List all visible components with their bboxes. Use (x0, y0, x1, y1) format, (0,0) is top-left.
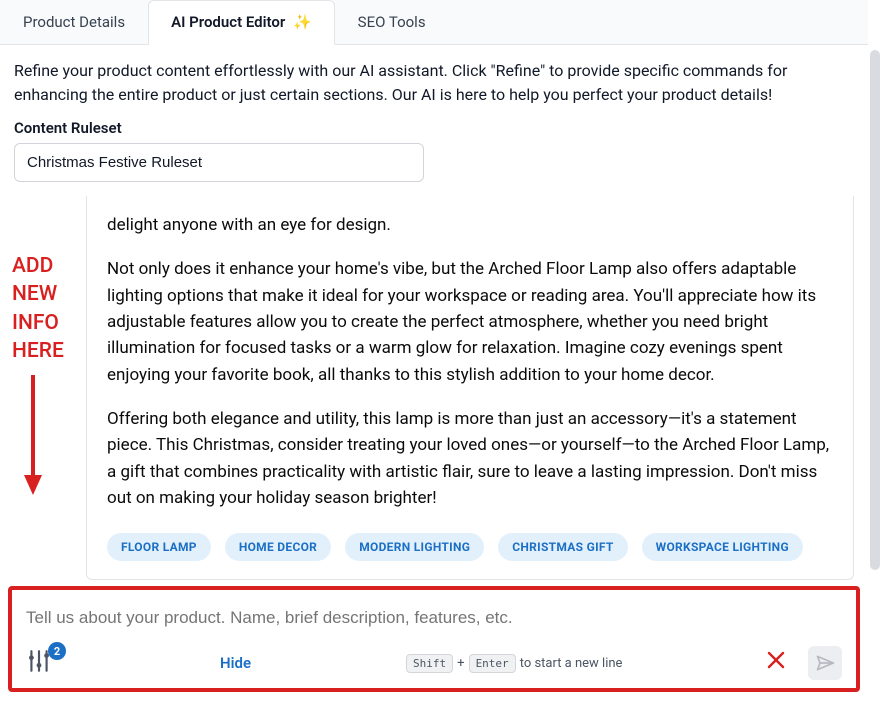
scrollbar[interactable] (870, 50, 880, 570)
hide-button[interactable]: Hide (220, 654, 251, 672)
annotation-text: NEW (12, 280, 86, 308)
kbd-shift: Shift (406, 654, 453, 673)
prompt-input[interactable] (26, 602, 842, 646)
input-footer: 2 Hide Shift + Enter to start a new line (26, 646, 842, 680)
tag-chip[interactable]: CHRISTMAS GIFT (498, 533, 627, 561)
tab-product-details[interactable]: Product Details (0, 0, 148, 44)
settings-button[interactable]: 2 (26, 648, 70, 678)
tag-chip[interactable]: MODERN LIGHTING (345, 533, 484, 561)
page-description: Refine your product content effortlessly… (0, 45, 868, 119)
send-icon (815, 653, 835, 673)
kbd-enter: Enter (469, 654, 516, 673)
annotation-text: ADD (12, 252, 86, 280)
tab-seo-tools[interactable]: SEO Tools (335, 0, 449, 44)
annotation-text: HERE (12, 337, 86, 365)
tag-list: FLOOR LAMP HOME DECOR MODERN LIGHTING CH… (107, 533, 833, 561)
sparkle-icon: ✨ (293, 13, 312, 31)
kbd-plus: + (457, 656, 464, 671)
arrow-down-icon (24, 375, 86, 503)
tag-chip[interactable]: HOME DECOR (225, 533, 331, 561)
send-button[interactable] (808, 646, 842, 680)
tag-chip[interactable]: WORKSPACE LIGHTING (642, 533, 803, 561)
kbd-hint-text: to start a new line (520, 656, 623, 671)
tabs-bar: Product Details AI Product Editor ✨ SEO … (0, 0, 868, 45)
keyboard-hint: Shift + Enter to start a new line (406, 654, 622, 673)
ruleset-select[interactable]: Christmas Festive Ruleset (14, 143, 424, 182)
product-paragraph: Not only does it enhance your home's vib… (107, 256, 833, 388)
tag-chip[interactable]: FLOOR LAMP (107, 533, 211, 561)
tab-label: AI Product Editor (171, 13, 285, 31)
ruleset-label: Content Ruleset (0, 119, 868, 143)
annotation-callout: ADD NEW INFO HERE (0, 196, 86, 580)
product-paragraph: Offering both elegance and utility, this… (107, 406, 833, 511)
filter-count-badge: 2 (48, 642, 66, 660)
annotation-text: INFO (12, 309, 86, 337)
product-paragraph: delight anyone with an eye for design. (107, 212, 833, 238)
prompt-input-area: 2 Hide Shift + Enter to start a new line (8, 586, 860, 692)
ruleset-select-wrap: Christmas Festive Ruleset (14, 143, 424, 182)
close-icon (766, 650, 786, 670)
tab-ai-product-editor[interactable]: AI Product Editor ✨ (148, 0, 335, 45)
product-content-card: delight anyone with an eye for design. N… (86, 196, 854, 580)
clear-button[interactable] (758, 646, 794, 680)
